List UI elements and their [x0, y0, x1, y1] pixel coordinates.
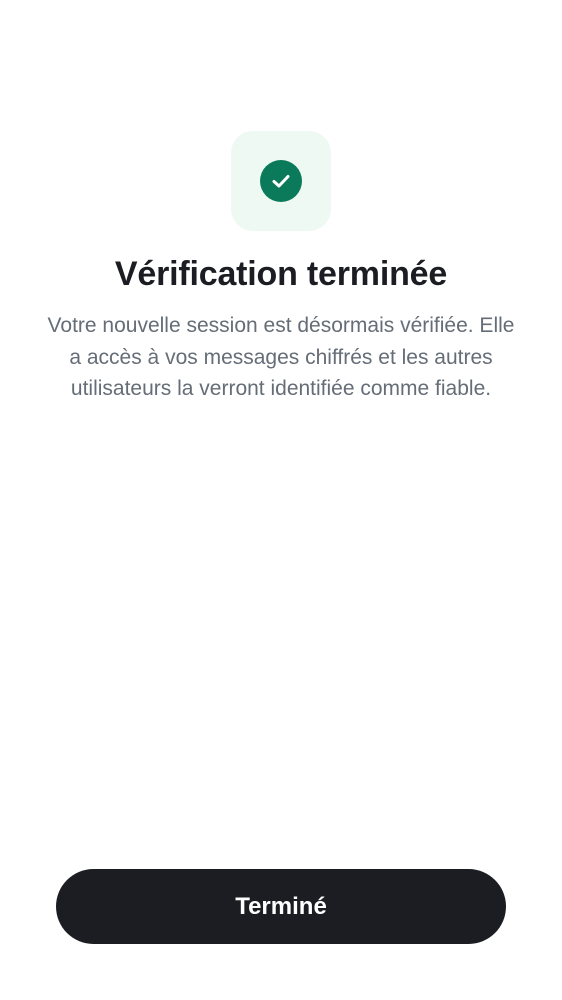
page-title: Vérification terminée: [114, 255, 448, 293]
verification-message: Votre nouvelle session est désormais vér…: [47, 314, 515, 400]
checkmark-icon: [272, 175, 290, 188]
check-circle-icon: [260, 160, 302, 202]
done-button[interactable]: Terminé: [56, 869, 506, 944]
success-icon-tile: [231, 131, 331, 231]
verification-complete-screen: Vérification terminée Votre nouvelle ses…: [0, 0, 562, 1000]
